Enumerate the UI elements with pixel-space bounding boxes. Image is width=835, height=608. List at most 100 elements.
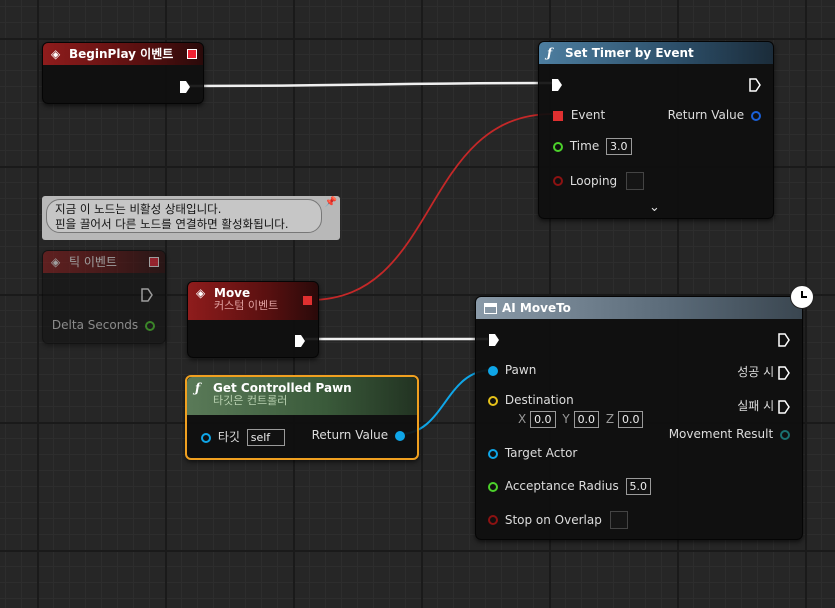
exec-pin-icon xyxy=(552,78,562,91)
move-title: Move xyxy=(214,286,251,300)
delegate-output-pin[interactable] xyxy=(149,257,159,267)
ai-moveto-title: AI MoveTo xyxy=(502,301,571,315)
delta-seconds-label: Delta Seconds xyxy=(51,318,139,332)
acceptance-radius-box[interactable]: 5.0 xyxy=(625,478,652,495)
exec-pin-icon xyxy=(749,77,761,92)
y-value-box[interactable]: 0.0 xyxy=(573,411,600,428)
destination-label: Destination xyxy=(504,393,574,407)
target-label: 타깃 xyxy=(217,430,240,444)
ai-moveto-node[interactable]: AI MoveTo Pawn 성공 시 Destination X 0.0 Y … xyxy=(475,285,814,540)
get-controlled-pawn-node[interactable]: ƒ Get Controlled Pawn 타깃은 컨트롤러 타깃 self R… xyxy=(185,375,419,460)
target-actor-input-pin[interactable]: Target Actor xyxy=(488,446,577,460)
object-pin-icon xyxy=(395,430,405,441)
return-value-output-pin[interactable]: Return Value xyxy=(668,108,761,122)
move-custom-event-node[interactable]: ◈ Move 커스텀 이벤트 xyxy=(187,281,319,358)
on-fail-label: 실패 시 xyxy=(737,399,775,413)
time-value-box[interactable]: 3.0 xyxy=(606,138,632,155)
pin-icon[interactable]: 📌 xyxy=(325,197,337,208)
tick-title: 틱 이벤트 xyxy=(69,255,117,269)
function-icon: ƒ xyxy=(195,381,201,395)
exec-pin-icon xyxy=(489,333,499,346)
looping-checkbox[interactable] xyxy=(626,172,644,190)
exec-pin-icon xyxy=(295,334,305,347)
event-diamond-icon: ◈ xyxy=(196,286,206,300)
event-pin-label: Event xyxy=(570,108,606,122)
movement-result-label: Movement Result xyxy=(668,427,774,441)
delegate-pin-icon xyxy=(553,110,563,121)
beginplay-event-node[interactable]: ◈ BeginPlay 이벤트 xyxy=(42,42,204,104)
event-input-pin[interactable]: Event xyxy=(553,108,605,122)
target-actor-label: Target Actor xyxy=(504,446,578,460)
x-value-box[interactable]: 0.0 xyxy=(530,411,556,428)
get-pawn-subtitle: 타깃은 컨트롤러 xyxy=(213,394,288,407)
acceptance-radius-input-pin[interactable]: Acceptance Radius 5.0 xyxy=(488,478,652,495)
exec-output-pin[interactable] xyxy=(179,79,191,94)
exec-pin-icon xyxy=(180,80,190,93)
exec-pin-icon xyxy=(778,365,790,380)
delegate-output-pin[interactable] xyxy=(187,49,197,59)
delegate-output-pin[interactable] xyxy=(303,296,312,305)
tick-event-node[interactable]: ◈ 틱 이벤트 Delta Seconds xyxy=(42,250,166,344)
destination-input-pin[interactable]: Destination xyxy=(488,393,574,407)
float-pin-icon xyxy=(553,141,563,152)
expand-chevron-icon[interactable]: ⌄ xyxy=(649,200,660,215)
target-input-pin[interactable]: 타깃 self xyxy=(201,428,285,446)
event-diamond-icon: ◈ xyxy=(51,255,61,269)
enum-pin-icon xyxy=(780,429,790,440)
target-value-box[interactable]: self xyxy=(246,429,285,446)
return-value-output-pin[interactable]: Return Value xyxy=(312,428,405,442)
set-timer-by-event-node[interactable]: ƒ Set Timer by Event Event Return Value … xyxy=(538,41,774,219)
exec-output-pin[interactable] xyxy=(141,287,153,302)
delta-seconds-output-pin[interactable]: Delta Seconds xyxy=(52,318,155,332)
time-input-pin[interactable]: Time 3.0 xyxy=(553,138,632,155)
exec-input-pin[interactable] xyxy=(551,77,563,92)
beginplay-title: BeginPlay 이벤트 xyxy=(69,47,174,61)
return-value-label: Return Value xyxy=(311,428,389,442)
y-label: Y xyxy=(562,412,570,426)
tooltip-line-1: 지금 이 노드는 비활성 상태입니다. xyxy=(55,202,222,216)
tooltip-line-2: 핀을 끌어서 다른 노드를 연결하면 활성화됩니다. xyxy=(55,217,289,231)
ai-task-icon xyxy=(484,297,497,321)
destination-xyz: X 0.0 Y 0.0 Z 0.0 xyxy=(518,411,644,428)
bool-pin-icon xyxy=(488,515,498,525)
set-timer-title: Set Timer by Event xyxy=(565,46,694,60)
exec-input-pin[interactable] xyxy=(488,332,500,347)
exec-pin-icon xyxy=(778,332,790,347)
looping-label: Looping xyxy=(569,173,618,188)
exec-pin-icon xyxy=(141,287,153,302)
on-success-label: 성공 시 xyxy=(737,365,775,379)
movement-result-output-pin[interactable]: Movement Result xyxy=(669,427,790,441)
on-fail-output-pin[interactable]: 실패 시 xyxy=(737,397,790,414)
bool-pin-icon xyxy=(553,176,563,186)
stop-on-overlap-label: Stop on Overlap xyxy=(504,512,602,527)
pawn-label: Pawn xyxy=(504,363,537,377)
return-value-label: Return Value xyxy=(667,108,745,122)
z-label: Z xyxy=(605,412,615,426)
exec-output-pin[interactable] xyxy=(778,332,790,347)
float-pin-icon xyxy=(145,320,155,331)
delegate-wire-move-event xyxy=(309,113,554,301)
inactive-node-tooltip: 지금 이 노드는 비활성 상태입니다. 핀을 끌어서 다른 노드를 연결하면 활… xyxy=(42,196,340,240)
time-label: Time xyxy=(569,139,600,153)
exec-wire-beginplay-settimer xyxy=(187,81,554,88)
function-icon: ƒ xyxy=(547,46,553,60)
stop-on-overlap-input-pin[interactable]: Stop on Overlap xyxy=(488,511,628,529)
acceptance-radius-label: Acceptance Radius xyxy=(504,479,619,493)
exec-pin-icon xyxy=(778,399,790,414)
z-value-box[interactable]: 0.0 xyxy=(617,411,644,428)
object-pin-icon xyxy=(488,448,498,459)
latent-clock-icon xyxy=(790,285,814,309)
on-success-output-pin[interactable]: 성공 시 xyxy=(737,363,790,380)
object-pin-icon xyxy=(488,365,498,376)
object-pin-icon xyxy=(201,432,211,443)
stop-on-overlap-checkbox[interactable] xyxy=(609,511,628,529)
float-pin-icon xyxy=(488,481,498,492)
exec-output-pin[interactable] xyxy=(294,333,306,348)
event-diamond-icon: ◈ xyxy=(51,47,61,61)
pawn-input-pin[interactable]: Pawn xyxy=(488,363,536,377)
exec-output-pin[interactable] xyxy=(749,77,761,92)
struct-pin-icon xyxy=(751,110,761,121)
vector-pin-icon xyxy=(488,395,498,406)
x-label: X xyxy=(518,412,527,426)
looping-input-pin[interactable]: Looping xyxy=(553,172,644,190)
